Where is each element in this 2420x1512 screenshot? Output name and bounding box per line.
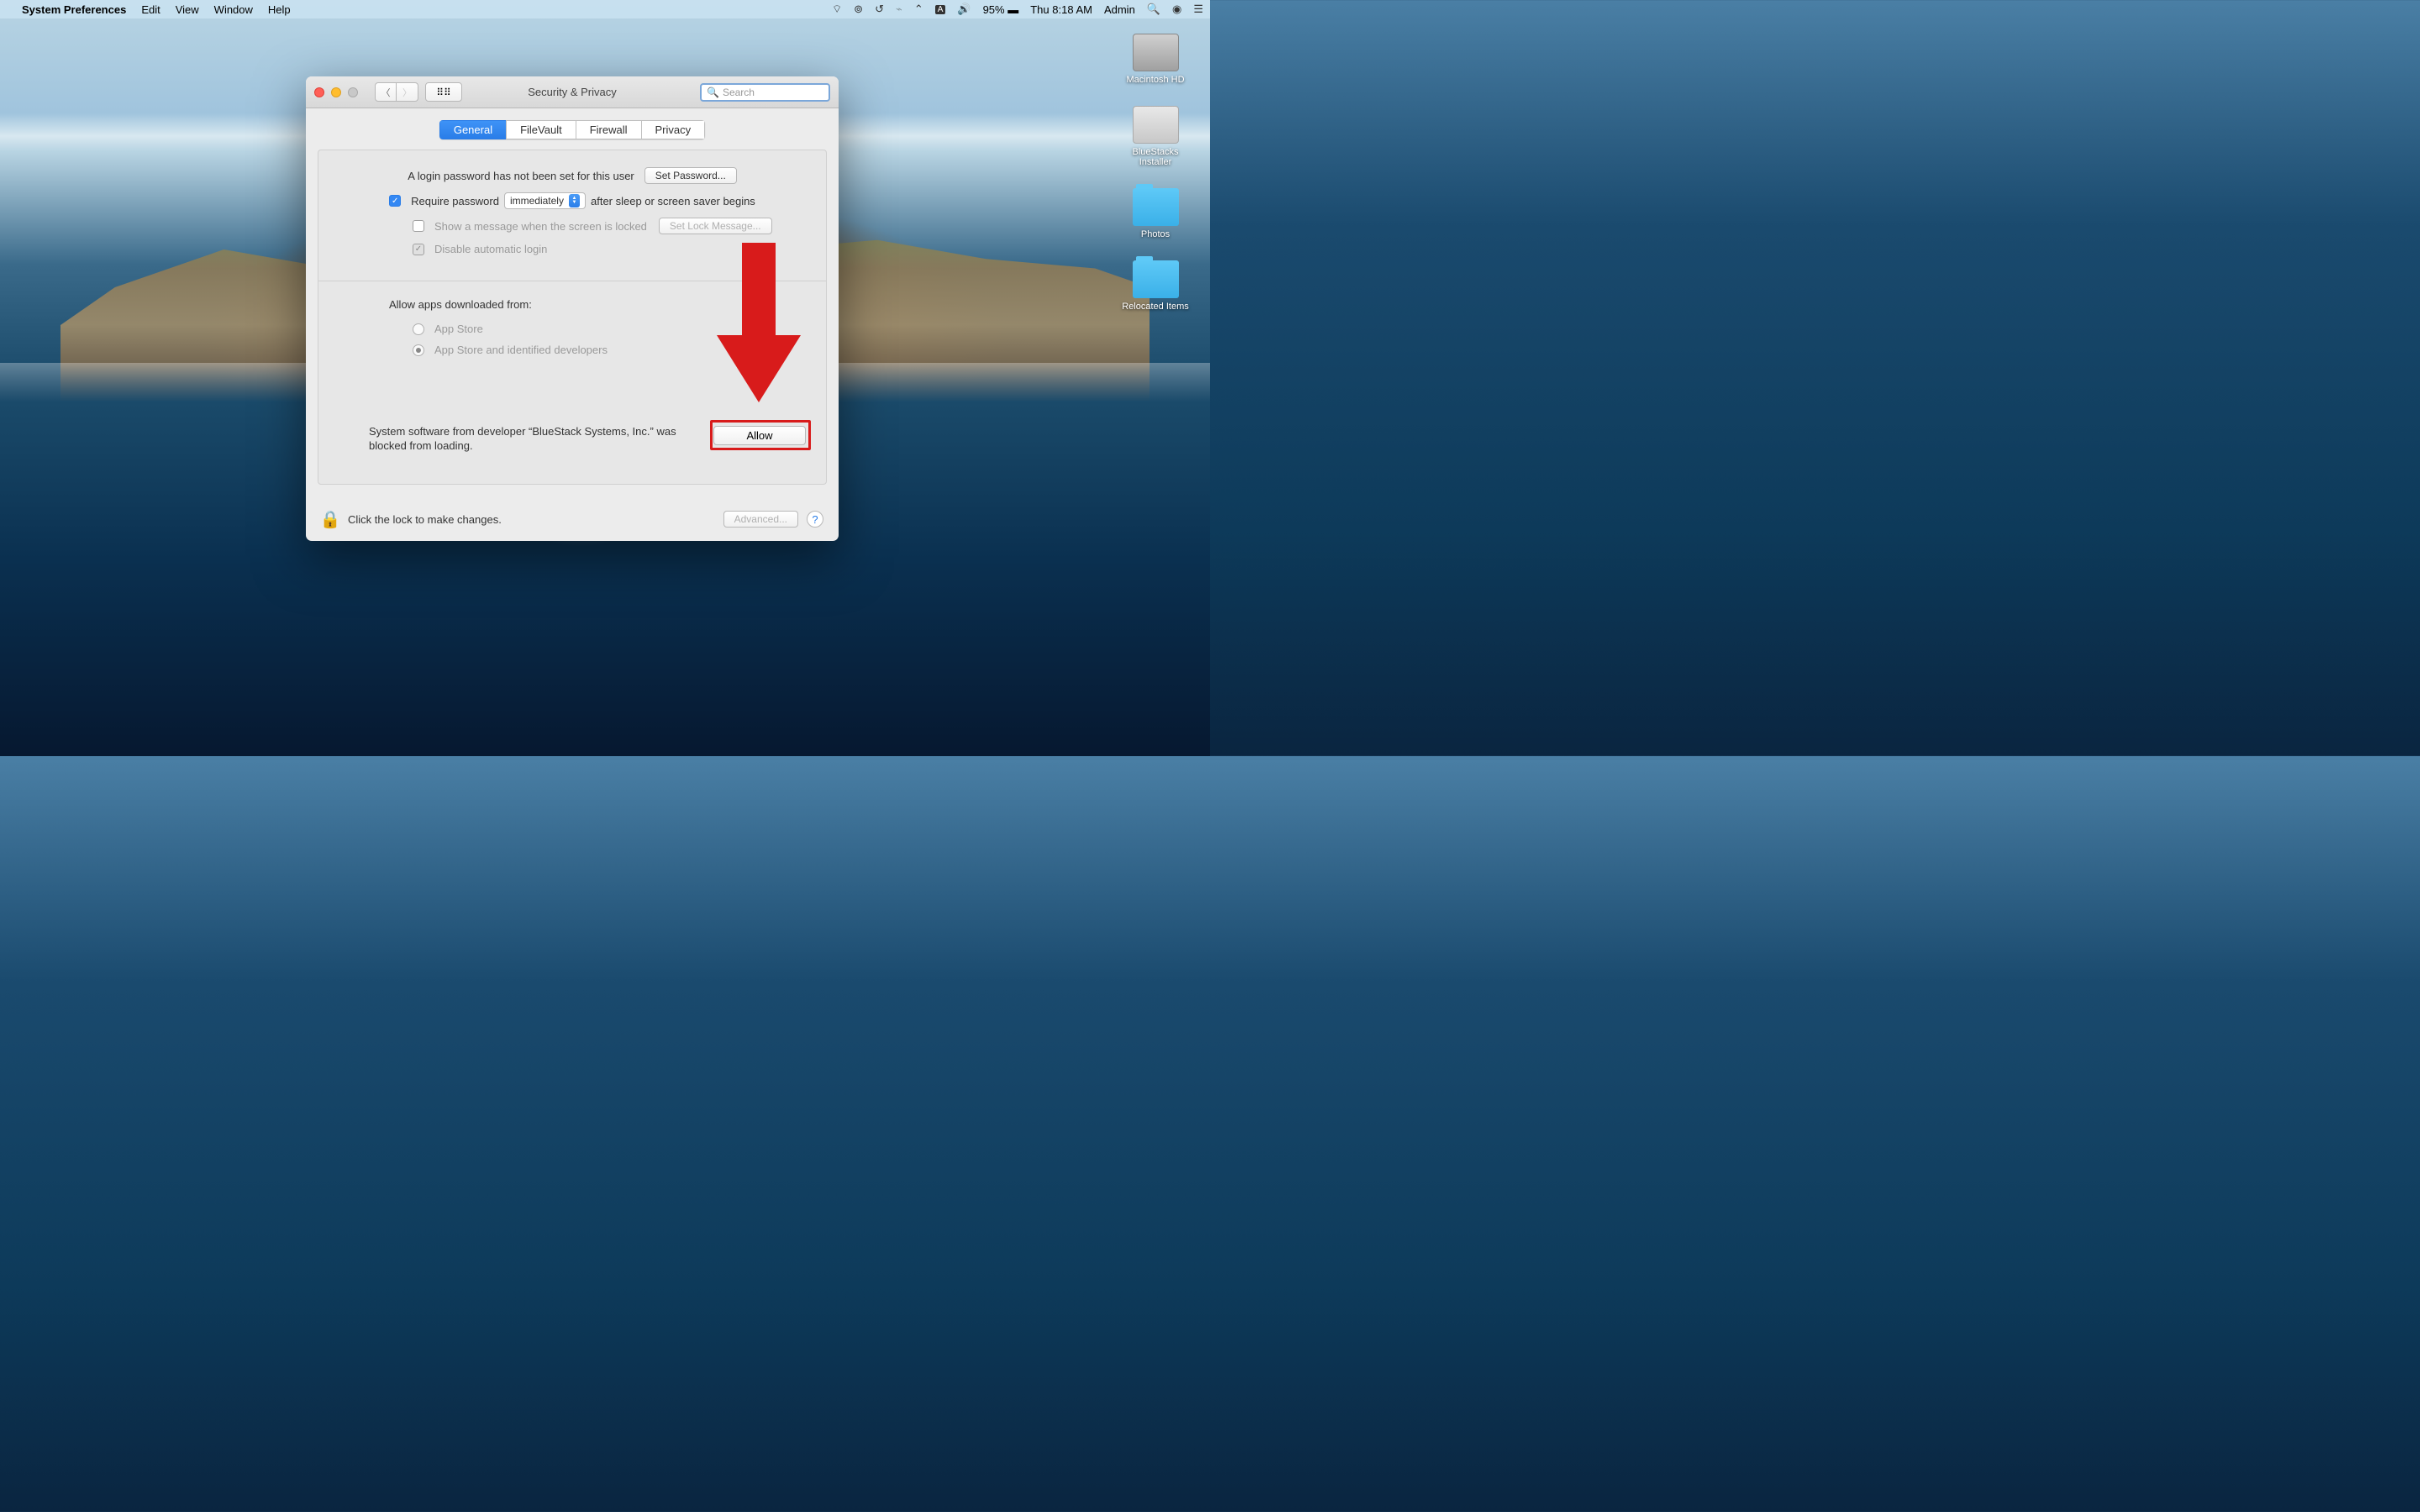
- icon-label: Photos: [1141, 229, 1170, 239]
- menu-edit[interactable]: Edit: [141, 3, 160, 16]
- installer-icon: [1133, 106, 1179, 144]
- user-menu[interactable]: Admin: [1104, 3, 1135, 16]
- menu-window[interactable]: Window: [214, 3, 253, 16]
- creative-cloud-icon[interactable]: ⊚: [854, 3, 863, 16]
- password-delay-select[interactable]: immediately ▲▼: [504, 192, 586, 209]
- disable-auto-login-checkbox: ✓: [413, 244, 424, 255]
- general-panel: A login password has not been set for th…: [318, 150, 827, 485]
- lock-message: Click the lock to make changes.: [348, 513, 502, 526]
- tab-firewall[interactable]: Firewall: [576, 120, 641, 139]
- tab-bar: General FileVault Firewall Privacy: [439, 120, 705, 139]
- menubar: System Preferences Edit View Window Help…: [0, 0, 1210, 18]
- wifi-status-icon[interactable]: ⌔: [832, 3, 842, 16]
- chevron-updown-icon: ▲▼: [569, 194, 580, 207]
- show-message-label: Show a message when the screen is locked: [434, 220, 647, 233]
- minimize-window-button[interactable]: [331, 87, 341, 97]
- folder-icon: [1133, 260, 1179, 298]
- window-title: Security & Privacy: [528, 86, 616, 98]
- blocked-software-message: System software from developer “BlueStac…: [369, 425, 688, 454]
- forward-button[interactable]: 〉: [397, 82, 418, 102]
- window-footer: 🔒 Click the lock to make changes. Advanc…: [306, 497, 839, 541]
- desktop-icon-photos[interactable]: Photos: [1118, 188, 1193, 239]
- notification-center-icon[interactable]: ☰: [1193, 3, 1203, 16]
- allow-button[interactable]: Allow: [713, 426, 806, 445]
- hard-drive-icon: [1133, 34, 1179, 71]
- folder-icon: [1133, 188, 1179, 226]
- tab-privacy[interactable]: Privacy: [641, 120, 706, 139]
- search-input[interactable]: 🔍 Search: [700, 83, 830, 102]
- require-password-label-post: after sleep or screen saver begins: [591, 195, 755, 207]
- siri-icon[interactable]: ◉: [1172, 3, 1181, 16]
- annotation-arrow-icon: [717, 243, 801, 411]
- time-machine-icon[interactable]: ↺: [875, 3, 884, 16]
- spotlight-icon[interactable]: 🔍: [1147, 3, 1160, 16]
- close-window-button[interactable]: [314, 87, 324, 97]
- tab-general[interactable]: General: [439, 120, 506, 139]
- zoom-window-button: [348, 87, 358, 97]
- menu-help[interactable]: Help: [268, 3, 291, 16]
- icon-label: Relocated Items: [1122, 302, 1188, 312]
- tab-filevault[interactable]: FileVault: [506, 120, 576, 139]
- lock-icon[interactable]: 🔒: [321, 508, 339, 530]
- radio-identified-developers: [413, 344, 424, 356]
- radio-app-store-label: App Store: [434, 323, 483, 335]
- desktop-icons-column: Macintosh HD BlueStacks Installer Photos…: [1118, 34, 1193, 312]
- radio-app-store: [413, 323, 424, 335]
- bluetooth-icon[interactable]: ⌁: [896, 3, 902, 16]
- battery-status[interactable]: 95% ▬: [983, 3, 1019, 16]
- menu-view[interactable]: View: [176, 3, 199, 16]
- app-menu[interactable]: System Preferences: [22, 3, 126, 16]
- clock[interactable]: Thu 8:18 AM: [1030, 3, 1092, 16]
- show-message-checkbox: [413, 220, 424, 232]
- disable-auto-login-label: Disable automatic login: [434, 243, 547, 255]
- volume-icon[interactable]: 🔊: [957, 3, 971, 16]
- radio-identified-label: App Store and identified developers: [434, 344, 608, 356]
- input-source-icon[interactable]: A: [935, 5, 946, 14]
- window-titlebar[interactable]: 〈 〉 ⠿⠿ Security & Privacy 🔍 Search: [306, 76, 839, 108]
- wifi-icon[interactable]: ⌃: [914, 3, 923, 16]
- back-button[interactable]: 〈: [375, 82, 397, 102]
- require-password-label-pre: Require password: [411, 195, 499, 207]
- desktop-icon-macintosh-hd[interactable]: Macintosh HD: [1118, 34, 1193, 85]
- help-button[interactable]: ?: [807, 511, 823, 528]
- show-all-button[interactable]: ⠿⠿: [425, 82, 462, 102]
- search-placeholder: Search: [723, 87, 755, 98]
- desktop-icon-relocated-items[interactable]: Relocated Items: [1118, 260, 1193, 312]
- icon-label: Macintosh HD: [1126, 75, 1184, 85]
- icon-label: BlueStacks Installer: [1118, 147, 1193, 167]
- set-lock-message-button: Set Lock Message...: [659, 218, 772, 234]
- desktop-icon-bluestacks-installer[interactable]: BlueStacks Installer: [1118, 106, 1193, 167]
- search-icon: 🔍: [707, 87, 719, 98]
- advanced-button[interactable]: Advanced...: [723, 511, 798, 528]
- security-privacy-window: 〈 〉 ⠿⠿ Security & Privacy 🔍 Search Gener…: [306, 76, 839, 541]
- require-password-checkbox[interactable]: ✓: [389, 195, 401, 207]
- login-password-message: A login password has not been set for th…: [408, 170, 634, 182]
- set-password-button[interactable]: Set Password...: [644, 167, 737, 184]
